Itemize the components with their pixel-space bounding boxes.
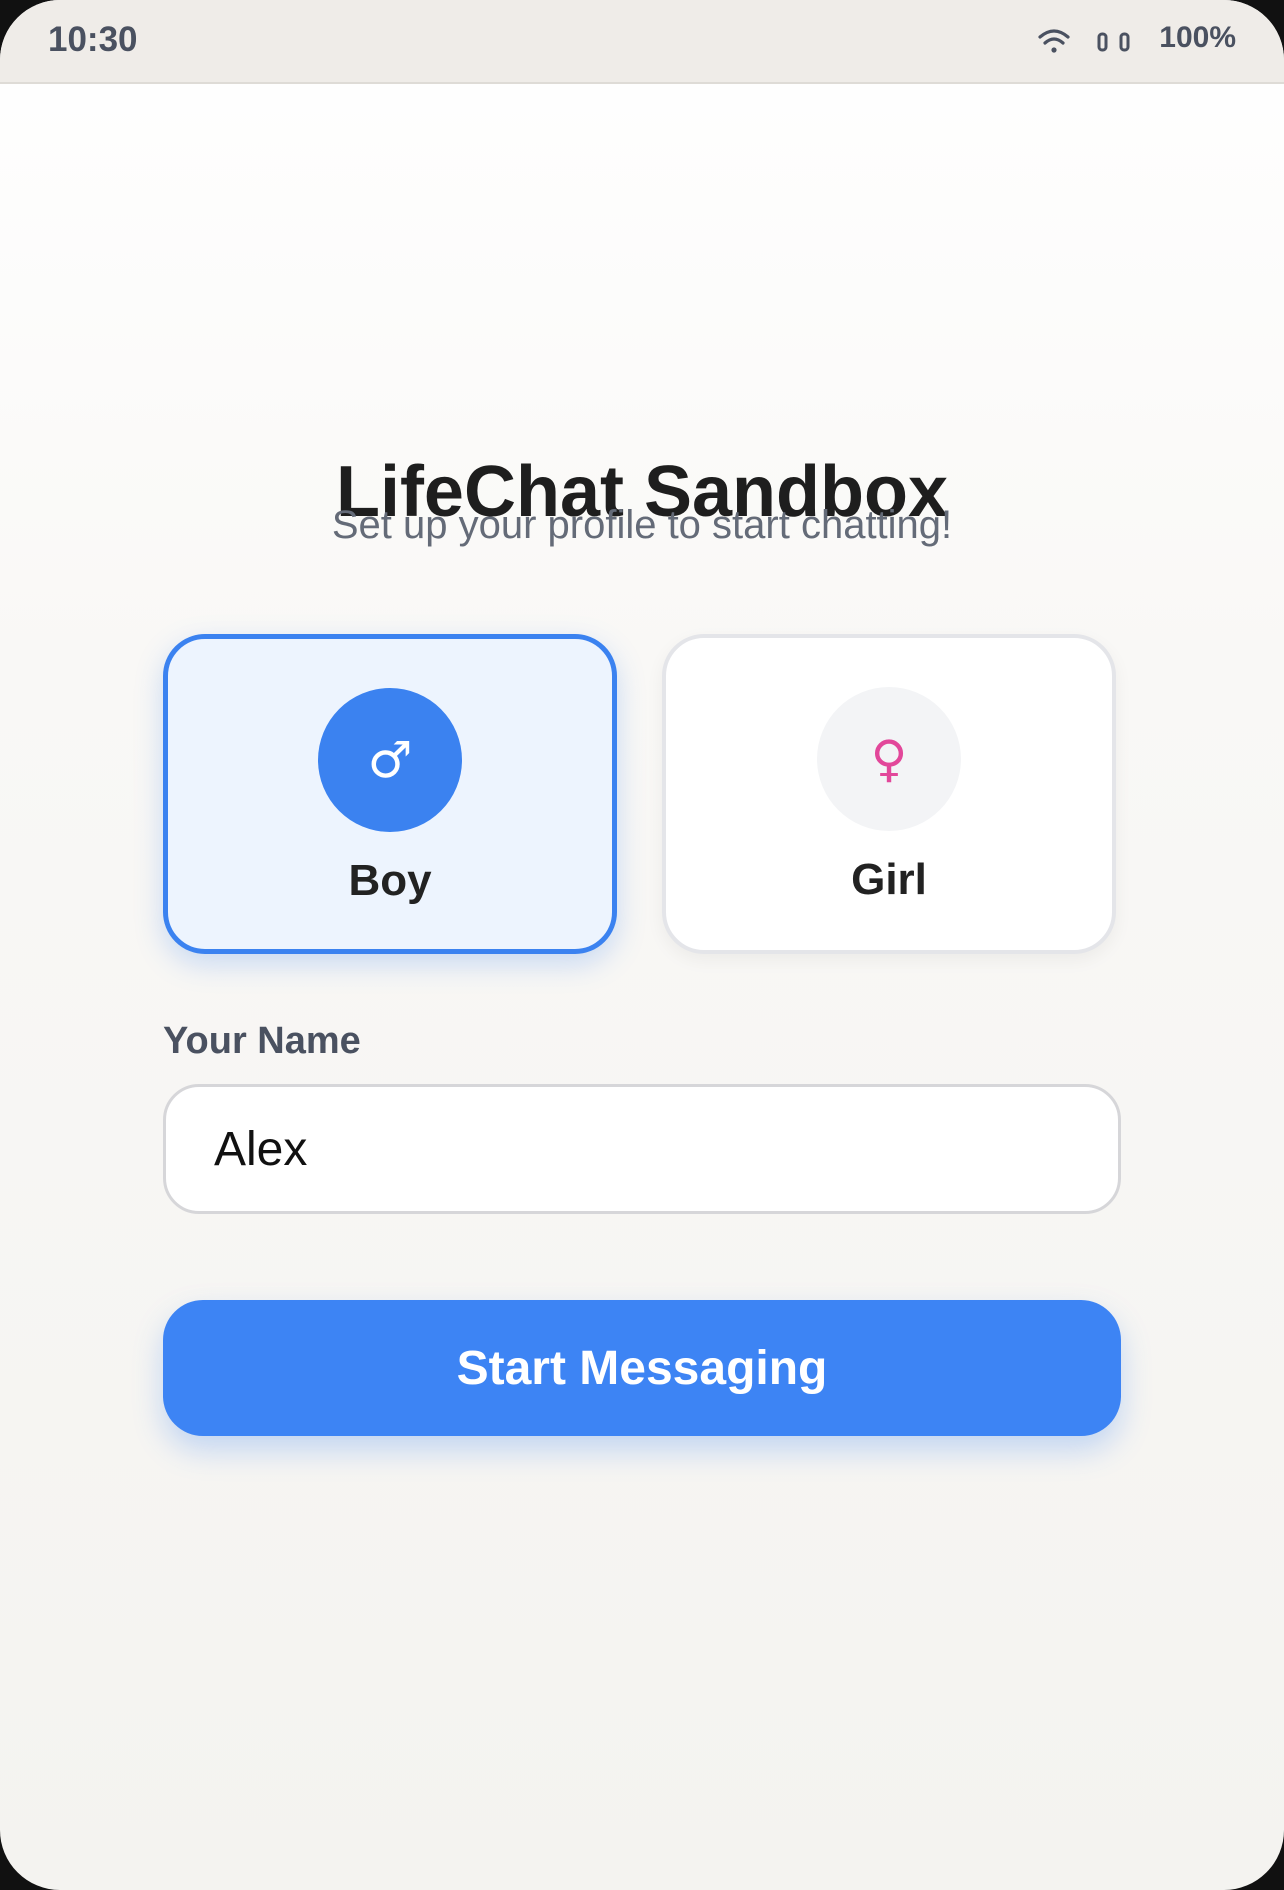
status-time: 10:30 (48, 20, 138, 59)
gender-option-label: Boy (348, 856, 432, 905)
gender-option-boy[interactable]: ♂ Boy (163, 634, 617, 954)
female-symbol-icon: ♀ (817, 687, 961, 831)
battery-level: 100% (1159, 21, 1236, 54)
gender-option-girl[interactable]: ♀ Girl (662, 634, 1116, 954)
name-field-label: Your Name (163, 1020, 361, 1062)
status-bar: 10:30 100% (0, 0, 1284, 84)
name-input[interactable] (163, 1084, 1121, 1214)
status-indicators: 100% (1037, 20, 1236, 56)
signal-icon (1097, 32, 1130, 52)
start-messaging-button[interactable]: Start Messaging (163, 1300, 1121, 1436)
gender-option-label: Girl (851, 855, 927, 904)
male-symbol-icon: ♂ (318, 688, 462, 832)
app-subtitle: Set up your profile to start chatting! (331, 503, 953, 547)
wifi-icon (1038, 29, 1070, 53)
app-screen: 10:30 100% LifeChat Sandbox Set up your … (0, 0, 1284, 1890)
